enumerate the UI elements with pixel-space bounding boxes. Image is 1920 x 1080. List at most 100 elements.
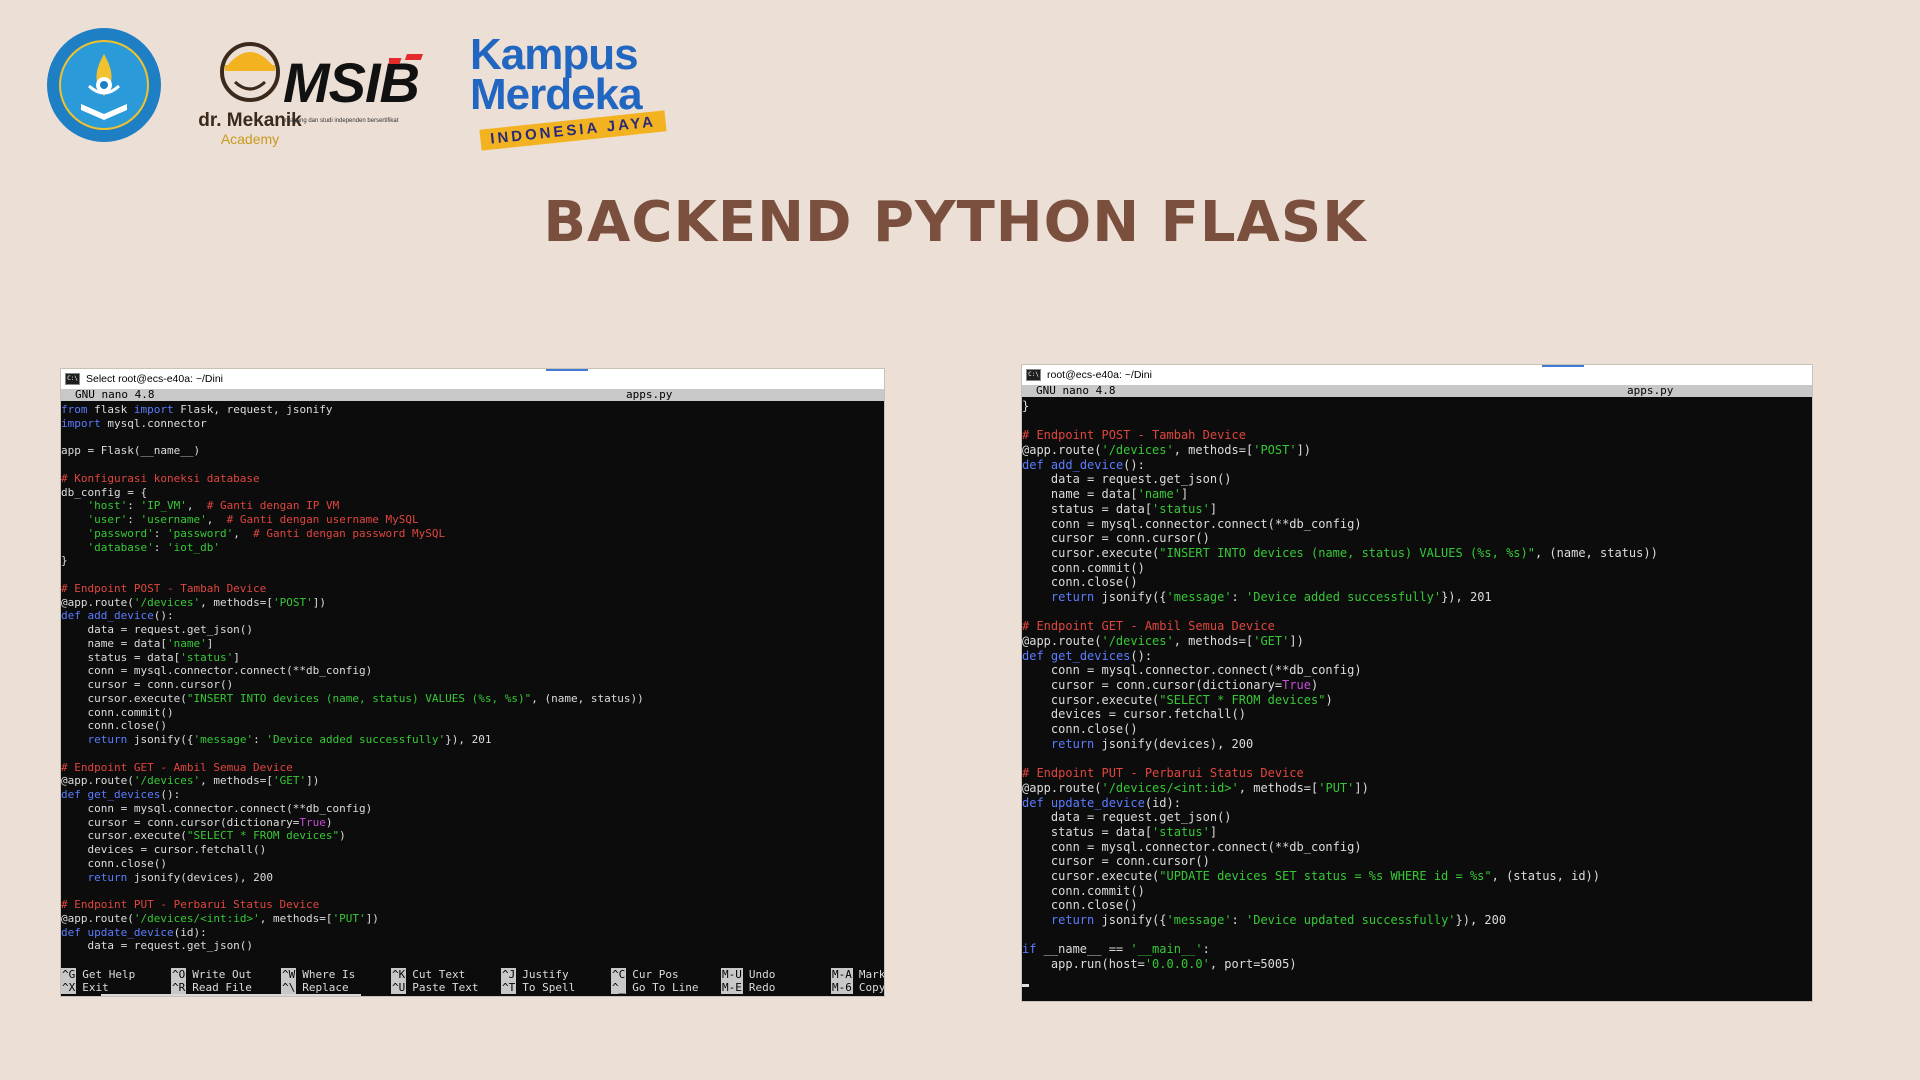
code-line: data = request.get_json() xyxy=(1022,472,1812,487)
code-line: conn = mysql.connector.connect(**db_conf… xyxy=(61,802,884,816)
code-token: : xyxy=(127,513,141,526)
code-token: name = data[ xyxy=(1022,487,1138,502)
shortcut-item: ^U Paste Text xyxy=(391,981,501,994)
code-token: True xyxy=(299,815,326,829)
code-line: if __name__ == '__main__': xyxy=(1022,942,1812,957)
shortcut-label: Cut Text xyxy=(412,968,466,981)
code-token: jsonify({ xyxy=(1094,913,1167,928)
shortcut-item: ^C Cur Pos xyxy=(611,968,721,981)
window-title: Select root@ecs-e40a: ~/Dini xyxy=(86,373,224,385)
code-token: '/devices' xyxy=(1101,634,1174,648)
code-token: # Endpoint POST - Tambah Device xyxy=(1022,428,1246,443)
shortcut-item: ^G Get Help xyxy=(61,968,171,981)
code-token: # Endpoint PUT - Perbarui Status Device xyxy=(61,898,320,911)
code-token: devices = cursor.fetchall() xyxy=(1022,707,1246,722)
code-token: }), 200 xyxy=(1455,913,1507,928)
code-token: conn.commit() xyxy=(1022,560,1145,575)
code-token: 'host' xyxy=(87,499,128,513)
code-line: return jsonify({'message': 'Device added… xyxy=(1022,590,1812,605)
code-token: ) xyxy=(1325,692,1333,707)
shortcut-item: M-A Mark xyxy=(831,968,884,981)
shortcut-label: Get Help xyxy=(82,968,136,981)
code-token: "SELECT * FROM devices" xyxy=(1159,692,1326,707)
code-token: return xyxy=(87,870,128,884)
code-line: @app.route('/devices/<int:id>', methods=… xyxy=(1022,781,1812,796)
file-name: apps.py xyxy=(1627,384,1674,397)
code-line: 'host': 'IP_VM', # Ganti dengan IP VM xyxy=(61,499,884,513)
code-token: : xyxy=(1231,589,1246,604)
code-token: return xyxy=(1050,913,1095,928)
code-line: def update_device(id): xyxy=(61,926,884,940)
nano-header: GNU nano 4.8 apps.py xyxy=(61,389,884,401)
code-token: 'message' xyxy=(1166,589,1232,604)
code-line: def add_device(): xyxy=(61,609,884,623)
code-token: True xyxy=(1282,678,1311,693)
code-line: conn.close() xyxy=(61,719,884,733)
code-token: # Konfigurasi koneksi database xyxy=(61,471,260,485)
code-token: 'Device added successfully' xyxy=(1246,589,1442,604)
code-line: import mysql.connector xyxy=(61,417,884,431)
code-token: 'PUT' xyxy=(1318,780,1355,795)
code-token: return xyxy=(1050,589,1095,604)
terminal-window-left[interactable]: C:\ Select root@ecs-e40a: ~/Dini GNU nan… xyxy=(61,369,884,996)
code-token: (id): xyxy=(1144,795,1181,810)
shortcut-key: ^\ xyxy=(281,981,297,994)
code-token: cursor = conn.cursor(dictionary= xyxy=(1022,678,1283,693)
code-editor[interactable]: from flask import Flask, request, jsonif… xyxy=(61,401,884,961)
code-token: , methods=[ xyxy=(1173,634,1254,648)
code-token: jsonify({ xyxy=(127,733,194,746)
window-titlebar[interactable]: C:\ Select root@ecs-e40a: ~/Dini xyxy=(61,369,884,389)
code-token: import xyxy=(61,416,101,430)
code-token: def xyxy=(1022,795,1044,810)
code-line: db_config = { xyxy=(61,486,884,500)
code-token: , xyxy=(233,526,254,540)
code-line: @app.route('/devices', methods=['GET']) xyxy=(1022,634,1812,649)
code-line: data = request.get_json() xyxy=(61,623,884,637)
code-token: # Ganti dengan username MySQL xyxy=(226,513,419,526)
code-token: conn = mysql.connector.connect(**db_conf… xyxy=(61,664,373,678)
code-token: "INSERT INTO devices (name, status) VALU… xyxy=(1159,545,1535,560)
code-token: add_device xyxy=(87,609,154,623)
code-token: : xyxy=(1231,913,1246,928)
code-token: (): xyxy=(1130,648,1153,663)
shortcut-label: To Spell xyxy=(522,981,576,994)
code-token: : xyxy=(153,540,167,554)
code-line: # Endpoint GET - Ambil Semua Device xyxy=(1022,619,1812,634)
code-line: data = request.get_json() xyxy=(61,939,884,953)
titlebar-accent xyxy=(1542,365,1584,367)
shortcut-label: Copy xyxy=(858,981,884,994)
shortcut-key: ^K xyxy=(391,968,407,981)
terminal-window-right[interactable]: C:\ root@ecs-e40a: ~/Dini GNU nano 4.8 a… xyxy=(1022,365,1812,1001)
code-line: cursor.execute("SELECT * FROM devices") xyxy=(1022,693,1812,708)
code-token: 'status' xyxy=(180,650,234,664)
code-token: @app.route( xyxy=(1022,780,1102,795)
code-token: ] xyxy=(233,650,240,664)
code-editor[interactable]: } # Endpoint POST - Tambah Device @app.rou… xyxy=(1022,397,1812,999)
scrollbar[interactable] xyxy=(101,994,361,996)
code-token: 'PUT' xyxy=(332,911,366,925)
window-titlebar[interactable]: C:\ root@ecs-e40a: ~/Dini xyxy=(1022,365,1812,385)
code-line: @app.route('/devices', methods=['POST']) xyxy=(1022,443,1812,458)
shortcut-item: ^X Exit xyxy=(61,981,171,994)
shortcut-key: ^J xyxy=(501,968,517,981)
code-line: cursor = conn.cursor() xyxy=(1022,854,1812,869)
code-line: return jsonify({'message': 'Device updat… xyxy=(1022,913,1812,928)
code-line: @app.route('/devices', methods=['POST']) xyxy=(61,596,884,610)
code-token: from xyxy=(61,403,88,416)
code-token: 'POST' xyxy=(272,595,313,609)
code-line: def update_device(id): xyxy=(1022,796,1812,811)
code-line: conn.close() xyxy=(1022,722,1812,737)
code-token: 'username' xyxy=(140,513,207,526)
code-token: ]) xyxy=(1289,634,1304,648)
code-token: '/devices/<int:id>' xyxy=(133,911,260,925)
code-token: , xyxy=(186,499,207,513)
tut-wuri-handayani-logo xyxy=(45,26,163,144)
